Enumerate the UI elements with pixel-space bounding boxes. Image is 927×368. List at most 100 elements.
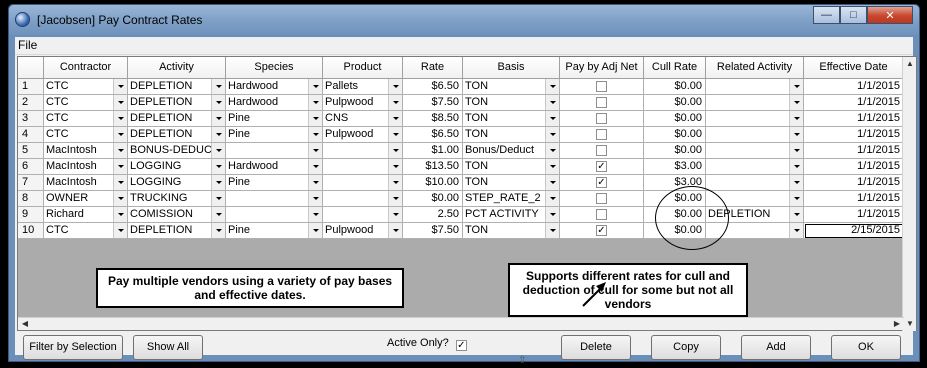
table-row[interactable]: 9 Richard COMISSION 2.50 PCT ACTIVITY $0.00 DE…	[18, 207, 904, 223]
table-row[interactable]: 3 CTC DEPLETION Pine CNS $8.50 TON $0.00 1/1/201…	[18, 111, 904, 127]
cell-species[interactable]	[226, 191, 323, 207]
cell-cull[interactable]: $0.00	[644, 79, 706, 95]
cell-species[interactable]: Pine	[226, 223, 323, 239]
column-header-basis[interactable]: Basis	[463, 57, 560, 79]
pay-by-adj-net-checkbox[interactable]	[596, 81, 607, 92]
dropdown-arrow-icon[interactable]	[211, 79, 225, 94]
cell-rate[interactable]: 2.50	[403, 207, 463, 223]
scroll-up-icon[interactable]: ▲	[903, 57, 917, 71]
cell-related[interactable]	[706, 159, 804, 175]
table-row[interactable]: 2 CTC DEPLETION Hardwood Pulpwood $7.50 TON $0.…	[18, 95, 904, 111]
cell-product[interactable]: Pallets	[323, 79, 403, 95]
cell-adj[interactable]: ✓	[560, 175, 644, 191]
dropdown-arrow-icon[interactable]	[545, 95, 559, 110]
column-header-rate[interactable]: Rate	[403, 57, 463, 79]
cell-contractor[interactable]: Richard	[44, 207, 128, 223]
dropdown-arrow-icon[interactable]	[789, 207, 803, 222]
dropdown-arrow-icon[interactable]	[308, 79, 322, 94]
app-globe-icon[interactable]	[15, 12, 30, 27]
cell-date[interactable]: 1/1/2015	[804, 143, 904, 159]
dropdown-arrow-icon[interactable]	[113, 79, 127, 94]
cell-species[interactable]	[226, 207, 323, 223]
column-header-related[interactable]: Related Activity	[706, 57, 804, 79]
cell-adj[interactable]	[560, 143, 644, 159]
cell-date[interactable]: 1/1/2015	[804, 191, 904, 207]
dropdown-arrow-icon[interactable]	[308, 175, 322, 190]
pay-by-adj-net-checkbox[interactable]: ✓	[596, 161, 607, 172]
dropdown-arrow-icon[interactable]	[211, 207, 225, 222]
dropdown-arrow-icon[interactable]	[113, 143, 127, 158]
cell-product[interactable]: Pulpwood	[323, 127, 403, 143]
dropdown-arrow-icon[interactable]	[789, 223, 803, 238]
add-button[interactable]: Add	[741, 335, 811, 360]
dropdown-arrow-icon[interactable]	[388, 191, 402, 206]
cell-rate[interactable]: $6.50	[403, 79, 463, 95]
cell-basis[interactable]: Bonus/Deduct	[463, 143, 560, 159]
cell-species[interactable]: Hardwood	[226, 159, 323, 175]
pay-by-adj-net-checkbox[interactable]	[596, 193, 607, 204]
copy-button[interactable]: Copy	[651, 335, 721, 360]
scroll-right-icon[interactable]: ▶	[890, 318, 904, 330]
cell-activity[interactable]: LOGGING	[128, 159, 226, 175]
cell-rate[interactable]: $10.00	[403, 175, 463, 191]
cell-adj[interactable]	[560, 79, 644, 95]
cell-rate[interactable]: $1.00	[403, 143, 463, 159]
cell-basis[interactable]: TON	[463, 159, 560, 175]
dropdown-arrow-icon[interactable]	[388, 111, 402, 126]
cell-adj[interactable]	[560, 95, 644, 111]
cell-contractor[interactable]: MacIntosh	[44, 175, 128, 191]
cell-activity[interactable]: LOGGING	[128, 175, 226, 191]
cell-product[interactable]: Pulpwood	[323, 223, 403, 239]
dropdown-arrow-icon[interactable]	[388, 79, 402, 94]
cell-activity[interactable]: COMISSION	[128, 207, 226, 223]
cell-species[interactable]: Pine	[226, 175, 323, 191]
table-row[interactable]: 8 OWNER TRUCKING $0.00 STEP_RATE_2 $0.00 1/1/2…	[18, 191, 904, 207]
cell-basis[interactable]: TON	[463, 79, 560, 95]
cell-activity[interactable]: DEPLETION	[128, 223, 226, 239]
dropdown-arrow-icon[interactable]	[545, 175, 559, 190]
cell-adj[interactable]	[560, 191, 644, 207]
cell-basis[interactable]: TON	[463, 175, 560, 191]
pay-by-adj-net-checkbox[interactable]	[596, 145, 607, 156]
dropdown-arrow-icon[interactable]	[211, 127, 225, 142]
column-header-contractor[interactable]: Contractor	[44, 57, 128, 79]
dropdown-arrow-icon[interactable]	[545, 159, 559, 174]
scroll-left-icon[interactable]: ◀	[18, 318, 32, 330]
horizontal-scrollbar[interactable]: ◀ ▶	[18, 317, 904, 330]
cell-rate[interactable]: $13.50	[403, 159, 463, 175]
cell-rate[interactable]: $7.50	[403, 95, 463, 111]
dropdown-arrow-icon[interactable]	[789, 127, 803, 142]
dropdown-arrow-icon[interactable]	[308, 127, 322, 142]
cell-species[interactable]: Pine	[226, 127, 323, 143]
cell-related[interactable]	[706, 79, 804, 95]
cell-rate[interactable]: $0.00	[403, 191, 463, 207]
cell-contractor[interactable]: MacIntosh	[44, 143, 128, 159]
dropdown-arrow-icon[interactable]	[308, 191, 322, 206]
dropdown-arrow-icon[interactable]	[545, 207, 559, 222]
cell-activity[interactable]: BONUS-DEDUC	[128, 143, 226, 159]
resize-grip-icon[interactable]: ⇧	[518, 355, 526, 366]
cell-activity[interactable]: DEPLETION	[128, 79, 226, 95]
column-header-product[interactable]: Product	[323, 57, 403, 79]
dropdown-arrow-icon[interactable]	[789, 143, 803, 158]
cell-contractor[interactable]: CTC	[44, 95, 128, 111]
table-row[interactable]: 10 CTC DEPLETION Pine Pulpwood $7.50 TON ✓ $0.00…	[18, 223, 904, 239]
cell-cull[interactable]: $0.00	[644, 143, 706, 159]
dropdown-arrow-icon[interactable]	[388, 175, 402, 190]
cell-rate[interactable]: $8.50	[403, 111, 463, 127]
column-header-activity[interactable]: Activity	[128, 57, 226, 79]
vertical-scrollbar[interactable]: ▲ ▼	[902, 57, 916, 331]
cell-cull[interactable]: $0.00	[644, 95, 706, 111]
dropdown-arrow-icon[interactable]	[545, 127, 559, 142]
dropdown-arrow-icon[interactable]	[388, 159, 402, 174]
cell-product[interactable]	[323, 143, 403, 159]
show-all-button[interactable]: Show All	[133, 335, 203, 360]
dropdown-arrow-icon[interactable]	[113, 127, 127, 142]
cell-species[interactable]: Pine	[226, 111, 323, 127]
cell-product[interactable]	[323, 159, 403, 175]
dropdown-arrow-icon[interactable]	[388, 223, 402, 238]
column-header-cull[interactable]: Cull Rate	[644, 57, 706, 79]
active-only-checkbox[interactable]: ✓	[455, 340, 467, 351]
cell-product[interactable]: CNS	[323, 111, 403, 127]
dropdown-arrow-icon[interactable]	[789, 159, 803, 174]
